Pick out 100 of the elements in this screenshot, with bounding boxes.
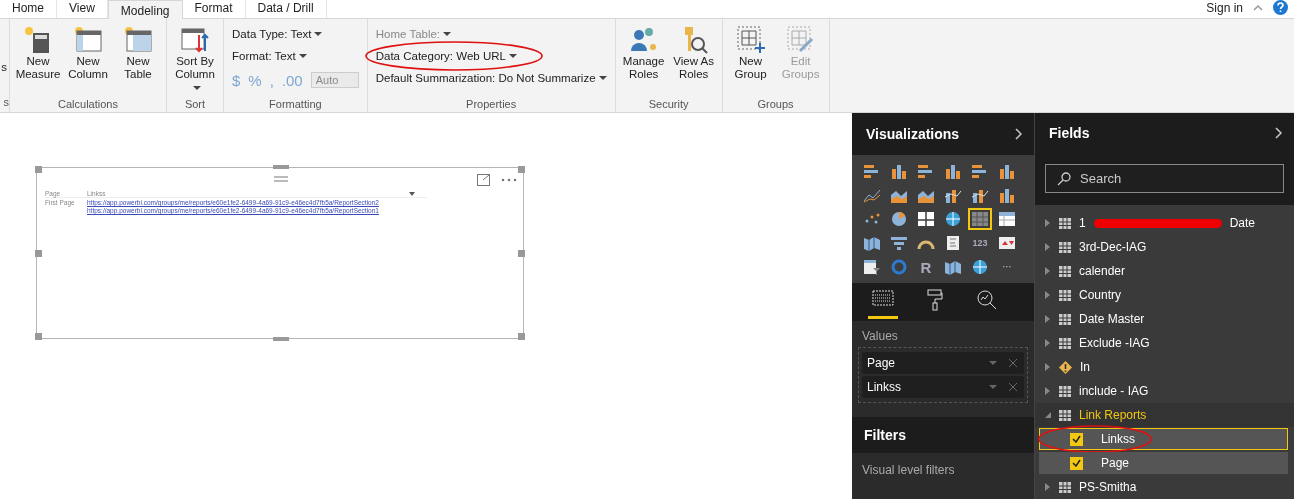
ribbon-button[interactable]: New Group	[726, 23, 775, 98]
ribbon-button[interactable]: New Measure	[14, 23, 62, 98]
resize-handle[interactable]	[518, 250, 525, 257]
ribbon-dropdown[interactable]: Default Summarization: Do Not Summarize	[371, 67, 611, 89]
matrix-icon	[998, 211, 1016, 227]
resize-handle[interactable]	[518, 166, 525, 173]
column-chart-icon	[998, 187, 1016, 203]
focus-mode-icon[interactable]	[477, 174, 490, 186]
collapsed-arrow-icon[interactable]	[1045, 291, 1051, 299]
resize-handle[interactable]	[35, 333, 42, 340]
field-table-row[interactable]: Link Reports	[1035, 403, 1294, 427]
field-table-row[interactable]: 3rd-Dec-IAG	[1035, 235, 1294, 259]
caret-icon	[443, 31, 452, 37]
dropdown-remove-icon[interactable]	[989, 383, 1019, 391]
chevron-right-icon[interactable]	[1275, 127, 1282, 140]
ribbon-tab[interactable]: View	[57, 0, 108, 18]
bar-chart-icon	[971, 163, 989, 179]
ribbon-button[interactable]: New Column	[64, 23, 112, 98]
table-name: Date Master	[1079, 312, 1145, 326]
group-label: Sort	[183, 98, 207, 110]
group-label: Groups	[756, 98, 795, 110]
combo-chart-icon	[944, 187, 962, 203]
field-table-row[interactable]: In	[1035, 355, 1294, 379]
group-label: Security	[647, 98, 690, 110]
ribbon-button[interactable]: Sort By Column	[171, 23, 219, 98]
collapsed-arrow-icon[interactable]	[1045, 243, 1051, 251]
collapsed-arrow-icon[interactable]	[1045, 363, 1051, 371]
visual-type-button[interactable]: 123	[968, 232, 992, 254]
field-table-row[interactable]: include - IAG	[1035, 379, 1294, 403]
table-icon	[1059, 313, 1071, 325]
ribbon-tab[interactable]: Format	[182, 0, 246, 18]
section-label: Values	[861, 328, 899, 345]
table-icon	[1059, 385, 1071, 397]
ribbon-tab[interactable]: Modeling	[107, 0, 183, 19]
checkbox[interactable]	[1070, 432, 1083, 446]
expanded-arrow-icon[interactable]	[1045, 411, 1051, 419]
ribbon-tab[interactable]: Home	[0, 0, 57, 18]
visual-type-label: R	[920, 258, 932, 276]
collapse-ribbon-icon[interactable]	[1253, 4, 1263, 11]
visual-type-button[interactable]: R	[914, 256, 938, 278]
field-table-row[interactable]: Date Master	[1035, 307, 1294, 331]
field-name: Page	[1101, 456, 1130, 470]
slicer-icon	[863, 259, 881, 275]
table-icon	[1059, 265, 1071, 277]
search-field[interactable]: Search	[1045, 163, 1284, 193]
more-options-icon[interactable]	[501, 178, 517, 182]
warning-icon	[1059, 360, 1072, 374]
resize-handle[interactable]	[273, 165, 289, 169]
map-icon	[863, 235, 881, 251]
ribbon-button[interactable]: New Table	[114, 23, 162, 98]
collapsed-arrow-icon[interactable]	[1045, 387, 1051, 395]
checkbox[interactable]	[1070, 456, 1083, 470]
pane-tab[interactable]	[868, 289, 898, 319]
resize-handle[interactable]	[35, 166, 42, 173]
visual-type-button[interactable]: ···	[995, 256, 1019, 278]
line-chart-icon	[863, 187, 881, 203]
table-icon	[73, 25, 103, 55]
value-field-pill[interactable]: Linkss	[862, 376, 1024, 398]
ribbon-button[interactable]: View As Roles	[669, 23, 718, 98]
field-table-row[interactable]: 1 Date	[1035, 211, 1294, 235]
field-row[interactable]: Page	[1039, 452, 1288, 474]
resize-handle[interactable]	[518, 333, 525, 340]
resize-handle[interactable]	[35, 250, 42, 257]
visual-type-label: ···	[1002, 262, 1012, 272]
ribbon-button[interactable]: s	[0, 23, 9, 96]
collapsed-arrow-icon[interactable]	[1045, 267, 1051, 275]
ribbon-dropdown[interactable]: Format: Text	[228, 45, 363, 67]
pie-chart-icon	[890, 211, 908, 227]
visual-type-button[interactable]	[968, 208, 992, 230]
ribbon-tab[interactable]: Data / Drill	[245, 0, 327, 18]
value-field-pill[interactable]: Page	[862, 352, 1024, 374]
field-row[interactable]: Linkss	[1039, 428, 1288, 450]
field-table-row[interactable]: PS-Smitha	[1035, 475, 1294, 499]
kpi-icon	[998, 235, 1016, 251]
table-icon	[123, 25, 153, 55]
table-name: PS-Smitha	[1079, 480, 1137, 494]
ribbon-dropdown[interactable]: Data Type: Text	[228, 23, 363, 45]
help-icon[interactable]	[1273, 0, 1288, 15]
dropdown-remove-icon[interactable]	[989, 359, 1019, 367]
check-icon	[1072, 459, 1081, 467]
ribbon-dropdown[interactable]: Data Category: Web URL	[371, 45, 611, 67]
collapsed-arrow-icon[interactable]	[1045, 315, 1051, 323]
field-table-row[interactable]: Exclude -IAG	[1035, 331, 1294, 355]
column-chart-icon	[890, 163, 908, 179]
collapsed-arrow-icon[interactable]	[1045, 483, 1051, 491]
ribbon-button[interactable]: Manage Roles	[619, 23, 668, 98]
collapsed-arrow-icon[interactable]	[1045, 219, 1051, 227]
field-table-row[interactable]: Country	[1035, 283, 1294, 307]
collapsed-arrow-icon[interactable]	[1045, 339, 1051, 347]
sort-arrow-icon[interactable]	[409, 192, 415, 196]
group-label: Properties	[465, 98, 518, 110]
sign-in-link[interactable]: Sign in	[1206, 0, 1243, 15]
chevron-right-icon[interactable]	[1015, 128, 1022, 140]
drag-handle-icon[interactable]	[274, 176, 288, 182]
caret-icon	[508, 53, 517, 59]
resize-handle[interactable]	[273, 337, 289, 341]
combo-chart-icon	[971, 187, 989, 203]
field-table-row[interactable]: calender	[1035, 259, 1294, 283]
table-name: Link Reports	[1079, 408, 1147, 422]
caret-icon	[314, 31, 323, 37]
